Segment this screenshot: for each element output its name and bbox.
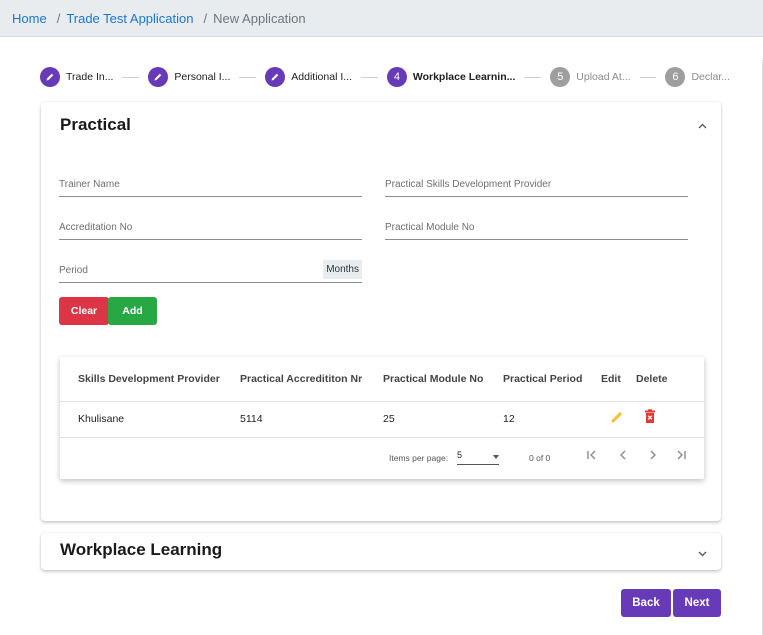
table-cell: Khulisane <box>78 413 125 425</box>
step-additional-info[interactable]: Additional I... <box>265 67 352 87</box>
step-workplace-learning[interactable]: 4 Workplace Learnin... <box>386 67 516 87</box>
step-connector <box>122 76 140 78</box>
period-suffix: Months <box>323 260 362 279</box>
field-placeholder: Accreditation No <box>59 222 133 233</box>
pencil-icon <box>148 67 169 87</box>
add-button[interactable]: Add <box>108 297 157 325</box>
breadcrumb-separator: / <box>203 10 208 26</box>
trash-icon[interactable] <box>643 409 657 430</box>
breadcrumb: Home / Trade Test Application / New Appl… <box>0 0 763 37</box>
step-number: 6 <box>665 67 686 87</box>
step-connector <box>360 76 378 78</box>
field-placeholder: Trainer Name <box>59 179 120 190</box>
step-upload-attachments[interactable]: 5 Upload At... <box>550 67 631 87</box>
column-header: Practical Module No <box>383 373 484 385</box>
field-placeholder: Practical Skills Development Provider <box>385 179 552 190</box>
first-page-icon[interactable] <box>586 449 598 464</box>
pencil-icon <box>40 67 60 87</box>
next-button[interactable]: Next <box>673 589 721 617</box>
period-field[interactable]: Period Months <box>59 260 362 283</box>
step-label: Upload At... <box>576 71 631 83</box>
last-page-icon[interactable] <box>675 449 687 464</box>
step-label: Workplace Learnin... <box>412 71 516 83</box>
stepper: Trade In... Personal I... Additional I..… <box>40 66 730 88</box>
workplace-learning-panel[interactable]: Workplace Learning <box>41 533 721 570</box>
step-label: Additional I... <box>291 71 352 83</box>
column-header: Delete <box>636 373 668 385</box>
step-label: Personal I... <box>174 71 231 83</box>
pencil-icon[interactable] <box>609 409 625 430</box>
panel-title: Practical <box>60 115 131 134</box>
step-connector <box>639 76 657 78</box>
divider <box>60 401 704 402</box>
step-number: 5 <box>550 67 571 87</box>
module-no-field[interactable]: Practical Module No <box>385 220 688 240</box>
trainer-name-field[interactable]: Trainer Name <box>59 177 362 197</box>
breadcrumb-home-link[interactable]: Home <box>12 11 47 26</box>
column-header: Practical Accredititon Nr <box>240 373 363 385</box>
field-placeholder: Period <box>59 265 88 276</box>
items-per-page-label: Items per page: <box>389 453 449 463</box>
step-label: Declar... <box>691 71 730 83</box>
caret-down-icon <box>493 455 499 459</box>
column-header: Edit <box>601 373 621 385</box>
table-cell: 12 <box>503 413 515 425</box>
breadcrumb-trade-test-link[interactable]: Trade Test Application <box>66 11 193 26</box>
field-placeholder: Practical Module No <box>385 222 475 233</box>
chevron-up-icon[interactable] <box>698 120 707 132</box>
step-number: 4 <box>386 67 407 87</box>
practical-table: Skills Development Provider Practical Ac… <box>60 357 704 479</box>
items-per-page-value: 5 <box>457 450 463 460</box>
clear-button[interactable]: Clear <box>59 297 109 325</box>
chevron-down-icon[interactable] <box>698 548 707 560</box>
step-label: Trade In... <box>66 71 114 83</box>
breadcrumb-separator: / <box>56 10 61 26</box>
skills-provider-field[interactable]: Practical Skills Development Provider <box>385 177 688 197</box>
items-per-page-select[interactable]: 5 <box>457 450 499 465</box>
step-declaration[interactable]: 6 Declar... <box>665 67 730 87</box>
accreditation-no-field[interactable]: Accreditation No <box>59 220 362 240</box>
table-cell: 5114 <box>240 413 263 425</box>
divider <box>60 437 704 438</box>
pencil-icon <box>265 67 286 87</box>
breadcrumb-current: New Application <box>213 10 306 26</box>
step-connector <box>524 76 542 78</box>
next-page-icon[interactable] <box>647 449 659 464</box>
previous-page-icon[interactable] <box>617 449 629 464</box>
step-personal-info[interactable]: Personal I... <box>148 67 230 87</box>
step-trade-info[interactable]: Trade In... <box>40 67 113 87</box>
column-header: Skills Development Provider <box>78 373 220 385</box>
table-cell: 25 <box>383 413 395 425</box>
page-range: 0 of 0 <box>529 453 551 463</box>
back-button[interactable]: Back <box>621 589 671 617</box>
practical-panel: Practical Trainer Name Practical Skills … <box>41 102 721 521</box>
step-connector <box>239 76 257 78</box>
panel-title: Workplace Learning <box>60 540 223 559</box>
column-header: Practical Period <box>503 373 583 385</box>
